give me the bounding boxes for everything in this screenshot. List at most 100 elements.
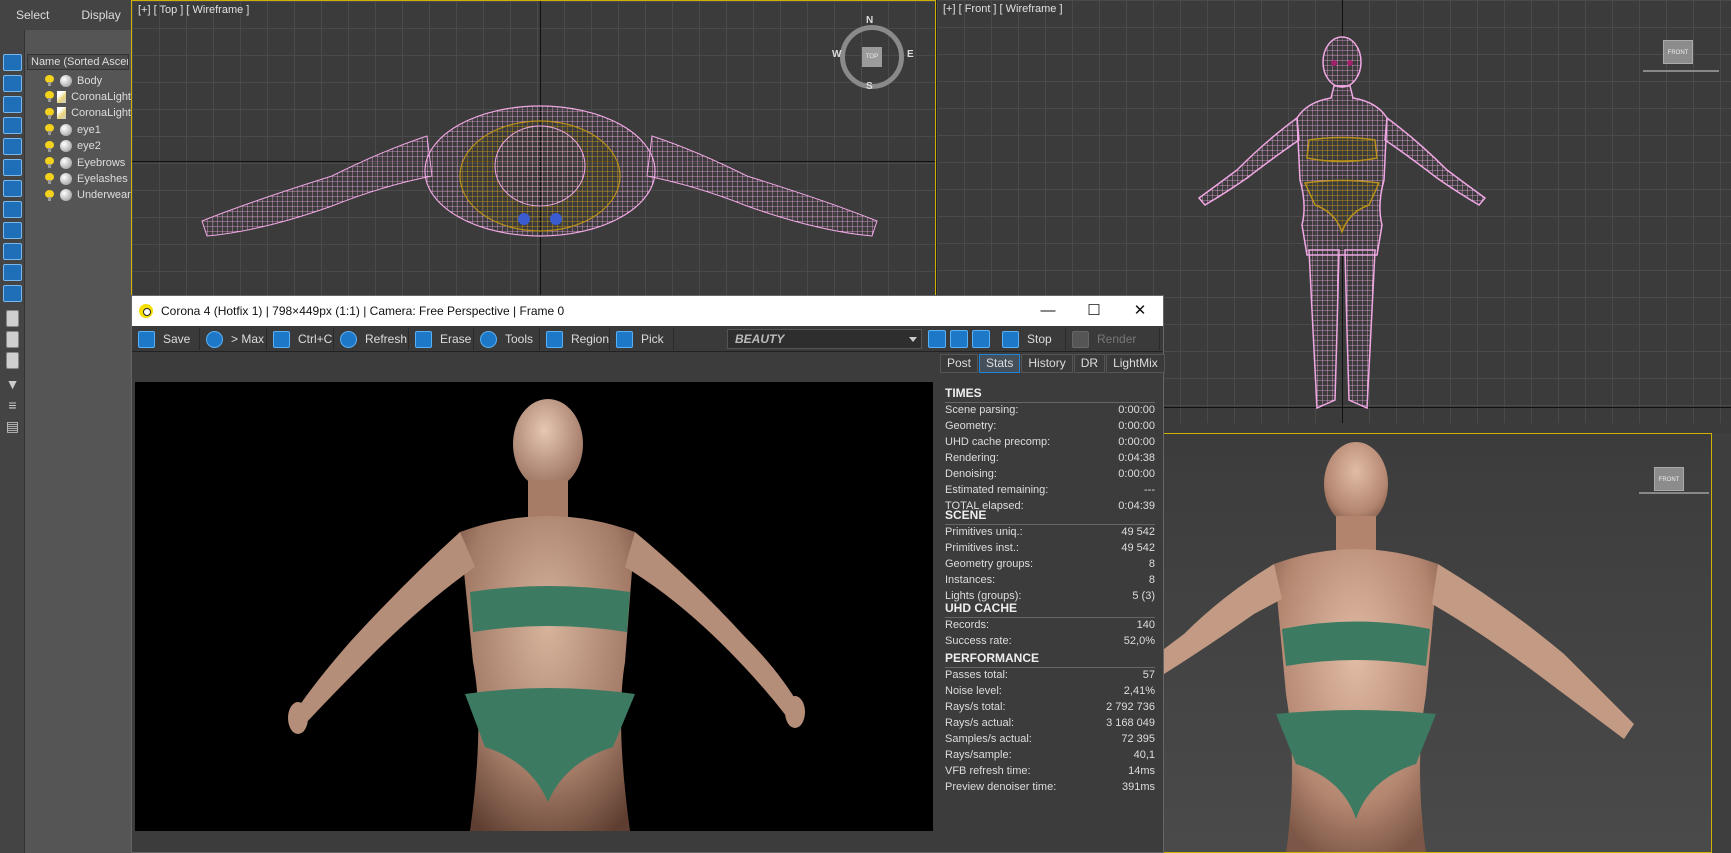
stop-button[interactable]: Stop (998, 328, 1066, 350)
menu-select[interactable]: Select (0, 8, 65, 22)
zoom-in-icon[interactable] (928, 330, 946, 348)
scene-explorer-item[interactable]: CoronaLight (25, 105, 131, 122)
stats-row: Geometry: 0:00:00 (945, 420, 1155, 436)
stat-label: Scene parsing: (945, 404, 1019, 416)
copy-button[interactable]: Ctrl+C (269, 328, 334, 350)
stat-label: Estimated remaining: (945, 484, 1049, 496)
light-bulb-icon[interactable] (45, 124, 54, 136)
stats-panel: Post Stats History DR LightMix TIMES Scene pa… (936, 352, 1165, 852)
stat-value: 8 (1148, 558, 1155, 570)
menu-display[interactable]: Display (65, 8, 136, 22)
light-bulb-icon[interactable] (45, 91, 55, 103)
close-button[interactable]: ✕ (1117, 296, 1163, 326)
tab-post[interactable]: Post (940, 354, 979, 373)
render-button[interactable]: Render (1068, 328, 1160, 350)
scene-explorer-item[interactable]: CoronaLight (25, 88, 131, 105)
stat-value: --- (1144, 484, 1155, 496)
display-groups-icon[interactable] (3, 180, 22, 197)
scene-explorer-item[interactable]: Eyebrows (25, 154, 131, 171)
render-canvas-margin (135, 353, 933, 382)
scene-explorer-item[interactable]: eye2 (25, 138, 131, 155)
tools-button[interactable]: Tools (476, 328, 540, 350)
stat-label: Success rate: (945, 635, 1012, 647)
display-cameras-icon[interactable] (3, 117, 22, 134)
light-bulb-icon[interactable] (45, 189, 54, 201)
scene-explorer-item[interactable]: Eyelashes (25, 170, 131, 187)
light-bulb-icon[interactable] (45, 107, 55, 119)
scene-item-label: eye1 (77, 123, 101, 136)
tab-dr[interactable]: DR (1073, 354, 1106, 373)
display-all-icon[interactable] (6, 310, 19, 327)
light-object-icon (57, 107, 67, 120)
filter-settings-icon[interactable]: ≡ (3, 397, 22, 414)
light-bulb-icon[interactable] (45, 157, 54, 168)
display-helpers-icon[interactable] (3, 138, 22, 155)
stat-label: Instances: (945, 574, 996, 586)
tab-stats[interactable]: Stats (979, 354, 1021, 373)
viewcube-top[interactable]: TOP (862, 47, 882, 67)
viewcube-persp[interactable]: FRONT (1654, 467, 1684, 491)
stats-section-uhd: UHD CACHE (945, 601, 1155, 618)
display-containers-icon[interactable] (3, 243, 22, 260)
display-invert-icon[interactable] (6, 352, 19, 369)
display-bones-icon[interactable] (3, 222, 22, 239)
stats-row: Preview denoiser time: 391ms (945, 781, 1155, 797)
explorer-column-header[interactable]: Name (Sorted Ascending) (27, 54, 129, 70)
erase-button[interactable]: Erase (411, 328, 474, 350)
viewport-compass[interactable]: TOP (840, 25, 904, 89)
vfb-title: Corona 4 (Hotfix 1) | 798×449px (1:1) | … (161, 304, 565, 318)
stat-value: 49 542 (1121, 526, 1155, 538)
stat-label: UHD cache precomp: (945, 436, 1051, 448)
display-xrefs-icon[interactable] (3, 201, 22, 218)
display-spacewarps-icon[interactable] (3, 159, 22, 176)
stats-row: Geometry groups: 8 (945, 558, 1155, 574)
display-lights-icon[interactable] (3, 96, 22, 113)
display-frozen-icon[interactable] (3, 264, 22, 281)
scene-item-label: CoronaLight (71, 90, 131, 103)
refresh-button[interactable]: Refresh (336, 328, 409, 350)
region-button[interactable]: Region (542, 328, 610, 350)
geometry-object-icon (60, 189, 72, 202)
tab-history[interactable]: History (1021, 354, 1073, 373)
rendered-figure (288, 399, 805, 831)
display-hidden-icon[interactable] (3, 285, 22, 302)
minimize-button[interactable]: — (1025, 296, 1071, 326)
stat-label: Denoising: (945, 468, 997, 480)
viewcube-front[interactable]: FRONT (1663, 40, 1693, 64)
stats-row: UHD cache precomp: 0:00:00 (945, 436, 1155, 452)
viewport-top[interactable]: [+] [ Top ] [ Wireframe ] TOP N S E W (131, 0, 936, 297)
filter-icon[interactable]: ▼ (3, 376, 22, 393)
layer-explorer-icon[interactable]: ▤ (3, 418, 22, 435)
save-button[interactable]: Save (134, 328, 200, 350)
vfb-titlebar[interactable]: Corona 4 (Hotfix 1) | 798×449px (1:1) | … (132, 296, 1163, 326)
render-channel-select[interactable]: BEAUTY (727, 329, 922, 349)
light-bulb-icon[interactable] (45, 75, 54, 86)
maximize-button[interactable]: ☐ (1071, 296, 1117, 326)
viewport-separator (1163, 423, 1731, 433)
stat-value: 0:00:00 (1118, 468, 1155, 480)
compass-west: W (832, 49, 842, 60)
scene-explorer-item[interactable]: eye1 (25, 121, 131, 138)
refresh-icon (340, 330, 357, 348)
stats-row: Estimated remaining: --- (945, 484, 1155, 500)
render-canvas[interactable] (135, 382, 933, 831)
geometry-object-icon (60, 123, 72, 136)
light-bulb-icon[interactable] (45, 140, 54, 152)
display-geometry-icon[interactable] (3, 75, 22, 92)
stat-label: Records: (945, 619, 990, 631)
pick-button[interactable]: Pick (612, 328, 674, 350)
stats-row: Denoising: 0:00:00 (945, 468, 1155, 484)
scene-explorer-item[interactable]: Underwear (25, 187, 131, 204)
zoom-out-icon[interactable] (950, 330, 968, 348)
corona-logo-icon (139, 304, 153, 318)
viewcube-ring (1643, 70, 1719, 72)
tab-lightmix[interactable]: LightMix (1106, 354, 1165, 373)
sort-icon[interactable] (3, 54, 22, 71)
scene-explorer-item[interactable]: Body (25, 72, 131, 89)
viewport-perspective[interactable]: FRONT (1163, 433, 1712, 853)
display-none-icon[interactable] (6, 331, 19, 348)
to-max-button[interactable]: > Max (202, 328, 267, 350)
zoom-fit-icon[interactable] (972, 330, 990, 348)
light-bulb-icon[interactable] (45, 173, 54, 185)
stat-value: 0:00:00 (1118, 420, 1155, 432)
